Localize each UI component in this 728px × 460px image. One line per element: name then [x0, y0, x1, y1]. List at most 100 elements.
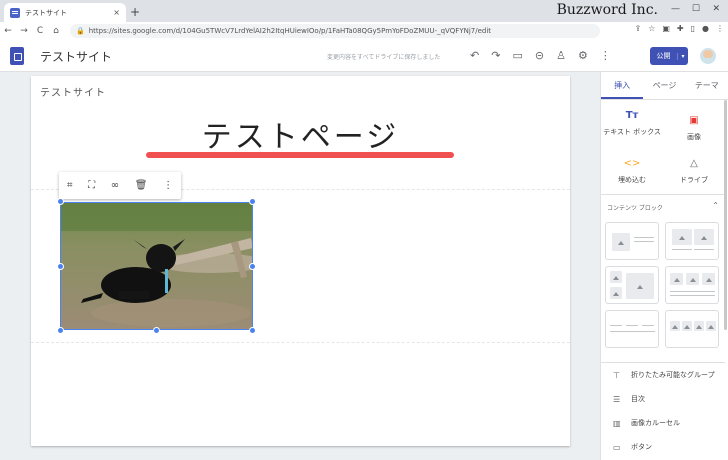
- url-bar[interactable]: 🔒 https://sites.google.com/d/104Gu5TWcV7…: [70, 24, 600, 38]
- layout-image-icon: [610, 287, 622, 299]
- resize-handle[interactable]: [57, 198, 64, 205]
- back-icon[interactable]: ←: [0, 26, 16, 36]
- share-user-icon[interactable]: ♙: [556, 49, 566, 62]
- publish-caret-icon[interactable]: ▾: [677, 52, 688, 60]
- sites-logo-icon[interactable]: [10, 47, 24, 65]
- window-close-icon[interactable]: ✕: [712, 4, 720, 14]
- layout-image-icon: [706, 321, 716, 331]
- layout-block[interactable]: [605, 266, 659, 304]
- menu-icon[interactable]: ⋮: [716, 24, 724, 33]
- maximize-icon[interactable]: ☐: [692, 4, 700, 14]
- content-blocks-label: コンテンツ ブロック: [607, 205, 663, 212]
- watermark-text: Buzzword Inc.: [556, 2, 658, 18]
- panel-tabs: 挿入 ページ テーマ: [601, 72, 728, 100]
- more-icon[interactable]: ⋮: [600, 49, 611, 62]
- url-text: https://sites.google.com/d/104Gu5TWcV7Lr…: [88, 27, 492, 35]
- extension-icon[interactable]: ▣: [662, 24, 670, 33]
- star-icon[interactable]: ☆: [648, 24, 655, 33]
- layout-line: [610, 331, 655, 332]
- insert-collapsible-group[interactable]: ⊤ 折りたたみ可能なグループ: [601, 363, 725, 387]
- lock-icon: 🔒: [76, 27, 85, 35]
- layout-block[interactable]: [665, 310, 719, 348]
- delete-icon[interactable]: 🗑: [135, 180, 148, 191]
- chevron-up-icon[interactable]: ⌃: [712, 201, 719, 210]
- site-name[interactable]: テストサイト: [40, 48, 112, 65]
- section-divider: [31, 342, 570, 343]
- publish-button[interactable]: 公開 ▾: [650, 47, 688, 65]
- layout-image-icon: [672, 229, 692, 245]
- insert-embed[interactable]: <> 埋め込む: [601, 159, 663, 185]
- link-icon[interactable]: ∞: [111, 180, 119, 191]
- fullscreen-icon[interactable]: ⛶: [88, 180, 95, 191]
- minimize-icon[interactable]: —: [671, 4, 680, 14]
- more-icon[interactable]: ⋮: [163, 180, 173, 191]
- sites-toolbar: テストサイト 変更内容をすべてドライブに保存しました ↶ ↷ ▭ ⊝ ♙ ⚙ ⋮…: [0, 40, 728, 72]
- button-label: ボタン: [631, 443, 652, 451]
- layout-image-icon: [694, 229, 714, 245]
- page-title[interactable]: テストページ: [31, 112, 570, 156]
- title-underline: [146, 152, 454, 158]
- close-icon[interactable]: ×: [113, 8, 120, 17]
- collapsible-label: 折りたたみ可能なグループ: [631, 371, 715, 379]
- selected-image[interactable]: [60, 202, 253, 330]
- carousel-label: 画像カルーセル: [631, 419, 680, 427]
- resize-handle[interactable]: [57, 263, 64, 270]
- layout-line: [634, 237, 654, 238]
- resize-handle[interactable]: [249, 263, 256, 270]
- insert-textbox-label: テキスト ボックス: [603, 128, 661, 136]
- lamb-photo: [61, 203, 252, 329]
- carousel-icon: ▥: [613, 418, 621, 428]
- right-panel: 挿入 ページ テーマ Tт テキスト ボックス ▣ 画像 <> 埋め込む △ ド…: [600, 72, 728, 460]
- image-toolbar: ⌗ ⛶ ∞ 🗑 ⋮: [59, 172, 181, 199]
- layout-image-icon: [686, 273, 699, 285]
- home-icon[interactable]: ⌂: [48, 26, 64, 36]
- layout-image-icon: [682, 321, 692, 331]
- insert-textbox[interactable]: Tт テキスト ボックス: [601, 110, 663, 137]
- layout-line: [670, 291, 715, 292]
- layout-image-icon: [670, 273, 683, 285]
- layout-block[interactable]: [665, 222, 719, 260]
- layout-block[interactable]: [665, 266, 719, 304]
- browser-tab[interactable]: テストサイト ×: [4, 3, 126, 22]
- insert-drive-label: ドライブ: [680, 176, 708, 184]
- resize-handle[interactable]: [249, 327, 256, 334]
- undo-icon[interactable]: ↶: [470, 49, 479, 62]
- avatar[interactable]: [700, 48, 716, 64]
- insert-image-label: 画像: [687, 133, 701, 141]
- tab-insert[interactable]: 挿入: [601, 72, 644, 99]
- resize-handle[interactable]: [249, 198, 256, 205]
- insert-drive[interactable]: △ ドライブ: [663, 159, 725, 185]
- layout-block[interactable]: [605, 310, 659, 348]
- textbox-icon: Tт: [625, 110, 639, 121]
- resize-handle[interactable]: [57, 327, 64, 334]
- crop-icon[interactable]: ⌗: [67, 180, 73, 191]
- layout-line: [694, 249, 714, 250]
- redo-icon[interactable]: ↷: [491, 49, 500, 62]
- puzzle-icon[interactable]: ✚: [677, 24, 684, 33]
- profile-icon[interactable]: ●: [702, 24, 709, 33]
- insert-button[interactable]: ▭ ボタン: [601, 435, 725, 459]
- sidebar-icon[interactable]: ▯: [691, 24, 695, 33]
- image-icon: ▣: [689, 115, 699, 126]
- link-icon[interactable]: ⊝: [535, 49, 544, 62]
- settings-gear-icon[interactable]: ⚙: [578, 49, 588, 62]
- panel-scrollbar[interactable]: [724, 100, 727, 330]
- share-icon[interactable]: ⇪: [634, 24, 641, 33]
- tab-themes[interactable]: テーマ: [686, 72, 728, 99]
- insert-image-carousel[interactable]: ▥ 画像カルーセル: [601, 411, 725, 435]
- preview-icon[interactable]: ▭: [512, 49, 522, 62]
- layout-image-icon: [610, 271, 622, 283]
- layout-block[interactable]: [605, 222, 659, 260]
- reload-icon[interactable]: C: [32, 26, 48, 36]
- content-blocks-header[interactable]: コンテンツ ブロック ⌃: [601, 194, 725, 220]
- insert-image[interactable]: ▣ 画像: [663, 115, 725, 142]
- page-site-label[interactable]: テストサイト: [40, 84, 106, 99]
- new-tab-button[interactable]: +: [130, 5, 140, 19]
- forward-icon[interactable]: →: [16, 26, 32, 36]
- tab-title: テストサイト: [25, 8, 67, 17]
- resize-handle[interactable]: [153, 327, 160, 334]
- insert-table-of-contents[interactable]: ☰ 目次: [601, 387, 725, 411]
- toc-label: 目次: [631, 395, 645, 403]
- tab-pages[interactable]: ページ: [643, 72, 685, 99]
- layout-image-icon: [694, 321, 704, 331]
